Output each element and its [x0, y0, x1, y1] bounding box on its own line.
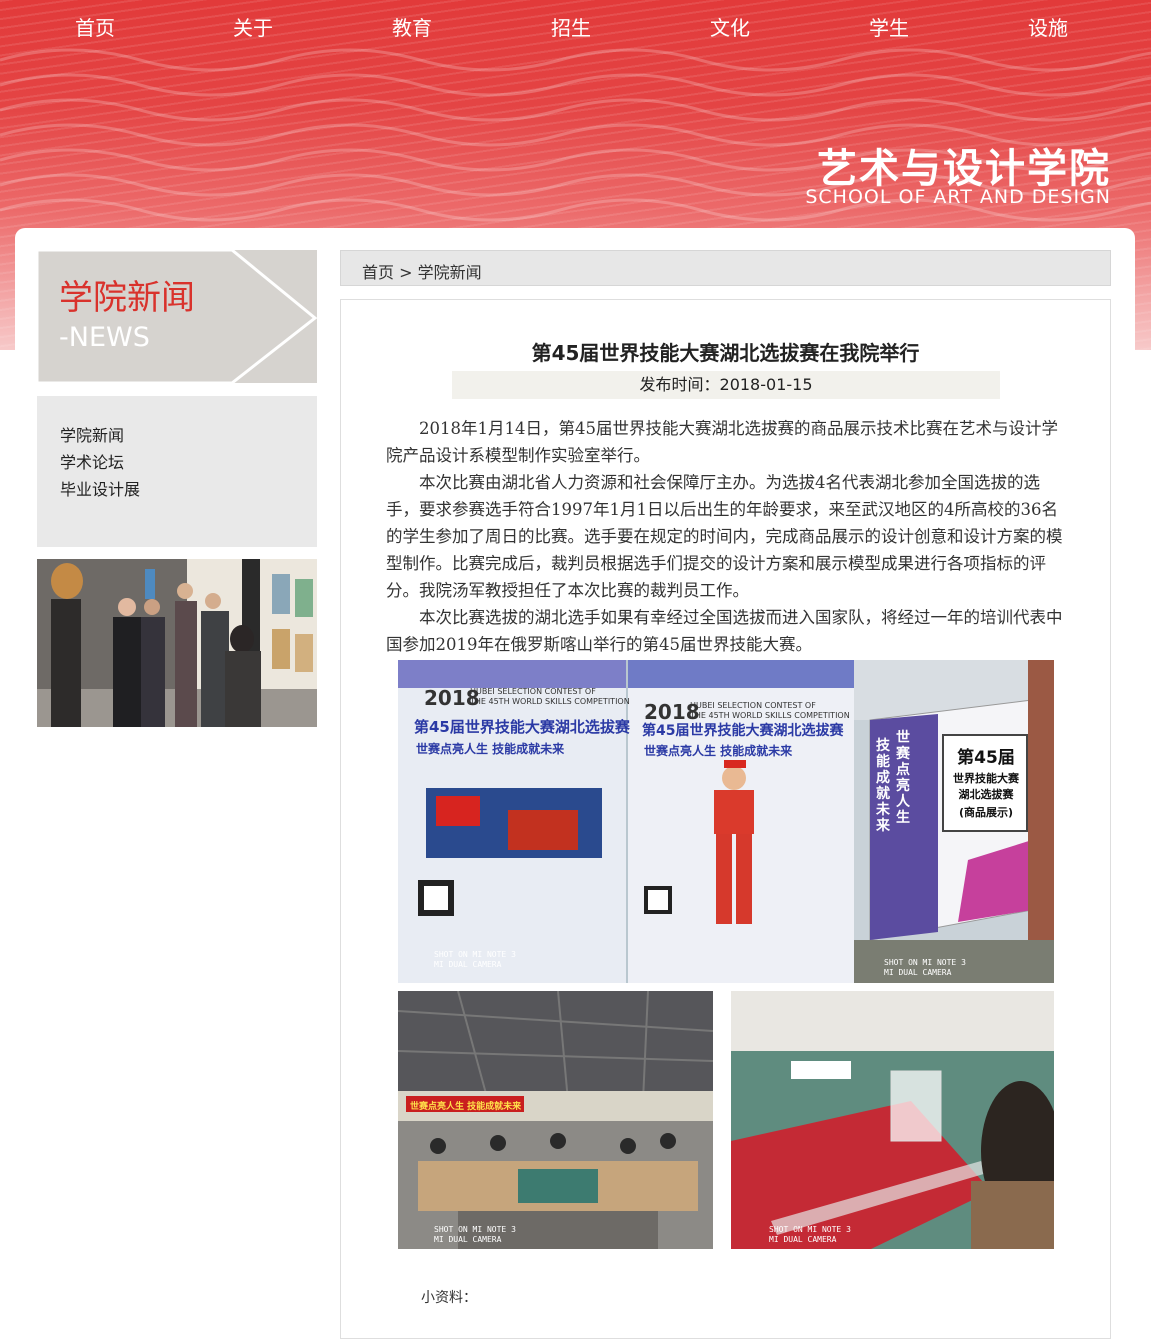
board-vertical-slogan-1: 世赛点亮人生	[896, 730, 910, 826]
poster-en-line-2: THE 45TH WORLD SKILLS COMPETITION	[470, 697, 630, 706]
article-paragraph: 本次比赛选拔的湖北选手如果有幸经过全国选拔而进入国家队，将经过一年的培训代表中国…	[386, 608, 1063, 654]
hall-banner-text: 世赛点亮人生 技能成就未来	[410, 1102, 522, 1112]
model-making-scene	[731, 991, 1054, 1249]
breadcrumb-home-link[interactable]: 首页	[362, 263, 394, 282]
camera-watermark: SHOT ON MI NOTE 3 MI DUAL CAMERA	[434, 950, 516, 969]
nav-item-education[interactable]: 教育	[352, 12, 472, 41]
note-label: 小资料：	[421, 1290, 477, 1306]
nav-item-students[interactable]: 学生	[829, 12, 949, 41]
nav-item-about[interactable]: 关于	[193, 12, 313, 41]
board-title-4: (商品展示)	[958, 806, 1014, 819]
gallery-scene	[37, 559, 317, 727]
board-title-3: 湖北选拔赛	[958, 788, 1014, 801]
board-title-1: 第45届	[957, 748, 1015, 768]
poster-title: 第45届世界技能大赛湖北选拔赛	[414, 718, 630, 736]
section-title-en: -NEWS	[59, 322, 150, 353]
article-photo-workshop: 世赛点亮人生 技能成就未来 SHOT ON MI NOTE 3 MI DUAL C…	[398, 991, 713, 1249]
nav-item-admissions[interactable]: 招生	[511, 12, 631, 41]
sidebar-item-graduation-show[interactable]: 毕业设计展	[60, 476, 140, 500]
camera-watermark: SHOT ON MI NOTE 3 MI DUAL CAMERA	[884, 958, 966, 977]
poster-slogan: 世赛点亮人生 技能成就未来	[416, 742, 565, 756]
camera-watermark: SHOT ON MI NOTE 3 MI DUAL CAMERA	[434, 1225, 516, 1244]
camera-watermark: SHOT ON MI NOTE 3 MI DUAL CAMERA	[769, 1225, 851, 1244]
section-header-box: 学院新闻 -NEWS	[37, 250, 317, 383]
article-body: 2018年1月14日，第45届世界技能大赛湖北选拔赛的商品展示技术比赛在艺术与设…	[386, 415, 1069, 658]
article-photo-model-making: SHOT ON MI NOTE 3 MI DUAL CAMERA	[731, 991, 1054, 1249]
article-paragraph: 2018年1月14日，第45届世界技能大赛湖北选拔赛的商品展示技术比赛在艺术与设…	[386, 419, 1058, 465]
publish-date: 发布时间：2018-01-15	[452, 371, 1000, 399]
board-title-2: 世界技能大赛	[953, 772, 1019, 785]
poster-slogan: 世赛点亮人生 技能成就未来	[644, 744, 793, 758]
brand-name-en: SCHOOL OF ART AND DESIGN	[805, 186, 1111, 208]
breadcrumb-separator: >	[399, 263, 413, 282]
article-photo-posters: 2018 HUBEI SELECTION CONTEST OF THE 45TH…	[398, 660, 1054, 983]
breadcrumb-current-link[interactable]: 学院新闻	[418, 263, 482, 282]
nav-item-culture[interactable]: 文化	[670, 12, 790, 41]
sidebar-menu: 学院新闻 学术论坛 毕业设计展	[37, 396, 317, 547]
article-title: 第45届世界技能大赛湖北选拔赛在我院举行	[531, 341, 920, 365]
main-nav: 首页 关于 教育 招生 文化 学生 设施	[0, 0, 1151, 52]
publish-date-label: 发布时间：	[639, 375, 720, 394]
workshop-scene	[398, 991, 713, 1249]
sidebar-photo-gallery-visit	[37, 559, 317, 727]
sidebar-item-college-news[interactable]: 学院新闻	[60, 422, 124, 446]
publish-date-value: 2018-01-15	[719, 375, 813, 394]
poster-title: 第45届世界技能大赛湖北选拔赛	[642, 723, 844, 739]
section-title-cn: 学院新闻	[59, 278, 195, 318]
nav-item-home[interactable]: 首页	[35, 12, 155, 41]
article-panel: 第45届世界技能大赛湖北选拔赛在我院举行 发布时间：2018-01-15 201…	[340, 299, 1111, 1339]
breadcrumb: 首页 > 学院新闻	[340, 250, 1111, 286]
article-paragraph: 本次比赛由湖北省人力资源和社会保障厅主办。为选拔4名代表湖北参加全国选拔的选手，…	[386, 473, 1063, 600]
board-vertical-slogan-2: 技能成就未来	[876, 738, 890, 834]
poster-en-line-1: HUBEI SELECTION CONTEST OF	[690, 701, 816, 710]
poster-en-line-1: HUBEI SELECTION CONTEST OF	[470, 687, 596, 696]
nav-item-facilities[interactable]: 设施	[988, 12, 1108, 41]
sidebar-item-academic-forum[interactable]: 学术论坛	[60, 449, 124, 473]
